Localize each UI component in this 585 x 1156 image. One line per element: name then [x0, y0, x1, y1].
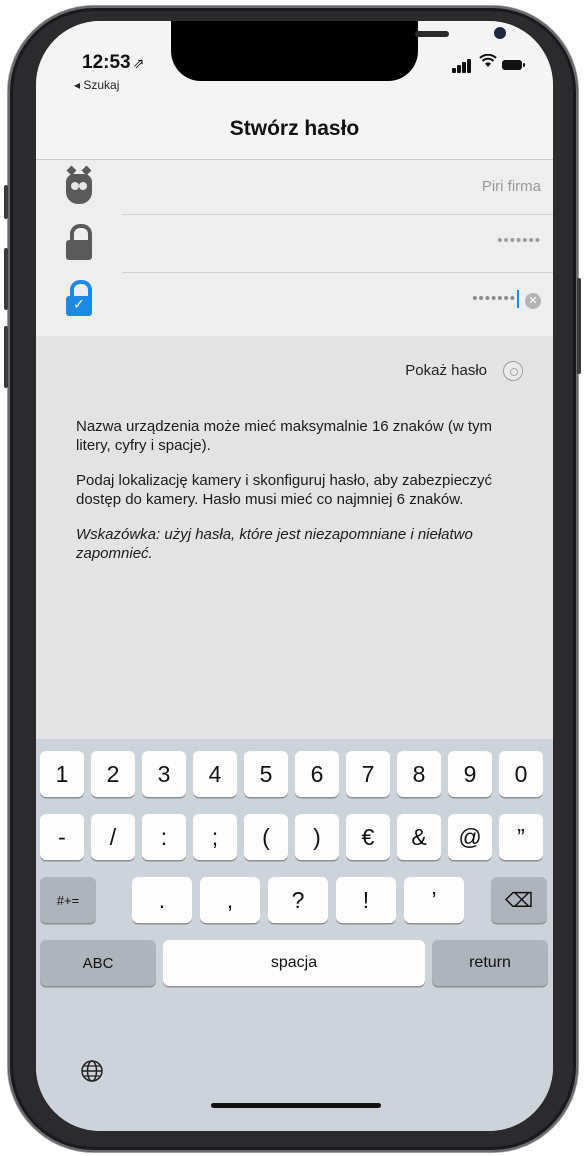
- side-button-power: [577, 278, 581, 374]
- show-password-label: Pokaż hasło: [405, 362, 487, 379]
- key-colon[interactable]: :: [142, 814, 186, 860]
- confirm-password-input[interactable]: •••••••: [472, 290, 519, 309]
- key-2[interactable]: 2: [91, 751, 135, 797]
- hint-label: Wskazówka:: [76, 526, 161, 543]
- side-button-volume-up: [4, 248, 8, 310]
- page-title: Stwórz hasło: [229, 117, 360, 140]
- cellular-signal-icon: [452, 59, 474, 73]
- password-row[interactable]: •••••••: [36, 216, 553, 270]
- show-password-row[interactable]: Pokaż hasło: [36, 357, 553, 387]
- description-name-rule: Nazwa urządzenia może mieć maksymalnie 1…: [76, 418, 492, 454]
- lock-check-icon: ✓: [66, 280, 92, 316]
- space-key[interactable]: spacja: [163, 940, 425, 986]
- key-6[interactable]: 6: [295, 751, 339, 797]
- key-1[interactable]: 1: [40, 751, 84, 797]
- key-exclamation[interactable]: !: [336, 877, 396, 923]
- keyboard: 1 2 3 4 5 6 7 8 9 0 - / : ; ( ) € & @ ” …: [36, 739, 553, 1131]
- battery-icon: [502, 60, 525, 70]
- confirm-password-value: •••••••: [472, 290, 516, 307]
- text-cursor: [517, 290, 519, 309]
- globe-icon[interactable]: [80, 1059, 104, 1083]
- abc-key[interactable]: ABC: [40, 940, 156, 986]
- key-minus[interactable]: -: [40, 814, 84, 860]
- key-comma[interactable]: ,: [200, 877, 260, 923]
- description-password-rule: Podaj lokalizację kamery i skonfiguruj h…: [76, 472, 493, 508]
- speaker: [415, 31, 449, 37]
- key-at[interactable]: @: [448, 814, 492, 860]
- key-euro[interactable]: €: [346, 814, 390, 860]
- key-9[interactable]: 9: [448, 751, 492, 797]
- symbols-key[interactable]: #+=: [40, 877, 96, 923]
- key-quote[interactable]: ”: [499, 814, 543, 860]
- show-password-toggle[interactable]: [503, 361, 523, 381]
- key-5[interactable]: 5: [244, 751, 288, 797]
- key-ampersand[interactable]: &: [397, 814, 441, 860]
- status-time: 12:53 ⇗: [82, 52, 144, 74]
- key-4[interactable]: 4: [193, 751, 237, 797]
- clear-text-icon[interactable]: ✕: [525, 293, 541, 309]
- side-button-mute: [4, 185, 8, 219]
- password-input[interactable]: •••••••: [497, 232, 541, 249]
- screen: 12:53⇗ ◂ Szukaj Stwórz hasło Piri firma: [36, 21, 553, 1131]
- return-key[interactable]: return: [432, 940, 548, 986]
- location-arrow-icon: ⇗: [132, 55, 145, 71]
- description: Nazwa urządzenia może mieć maksymalnie 1…: [76, 417, 526, 579]
- confirm-password-row[interactable]: ✓ ••••••• ✕: [36, 274, 553, 328]
- key-question[interactable]: ?: [268, 877, 328, 923]
- status-time-text: 12:53: [82, 52, 131, 73]
- side-button-volume-down: [4, 326, 8, 388]
- key-8[interactable]: 8: [397, 751, 441, 797]
- front-camera: [494, 27, 506, 39]
- key-semicolon[interactable]: ;: [193, 814, 237, 860]
- wifi-icon: [479, 53, 497, 73]
- top-area: 12:53 ⇗ ◂ Szukaj Stwórz hasło: [36, 21, 553, 159]
- lock-icon: [66, 224, 92, 260]
- row-divider: [122, 214, 553, 215]
- key-close-paren[interactable]: ): [295, 814, 339, 860]
- key-7[interactable]: 7: [346, 751, 390, 797]
- key-apostrophe[interactable]: ’: [404, 877, 464, 923]
- notch: [171, 21, 506, 81]
- back-to-search-link[interactable]: ◂ Szukaj: [74, 78, 119, 92]
- device-name-row[interactable]: Piri firma: [36, 160, 553, 214]
- delete-key[interactable]: ⌫: [491, 877, 547, 923]
- description-hint: Wskazówka: użyj hasła, które jest niezap…: [76, 525, 526, 563]
- row-divider: [122, 272, 553, 273]
- key-0[interactable]: 0: [499, 751, 543, 797]
- credentials-form: Piri firma ••••••• ✓ ••••••• ✕: [36, 159, 553, 336]
- backspace-icon: ⌫: [504, 889, 534, 912]
- key-period[interactable]: .: [132, 877, 192, 923]
- home-indicator[interactable]: [211, 1103, 381, 1108]
- device-name-input[interactable]: Piri firma: [482, 178, 541, 195]
- key-slash[interactable]: /: [91, 814, 135, 860]
- key-open-paren[interactable]: (: [244, 814, 288, 860]
- owl-icon: [66, 165, 92, 206]
- key-3[interactable]: 3: [142, 751, 186, 797]
